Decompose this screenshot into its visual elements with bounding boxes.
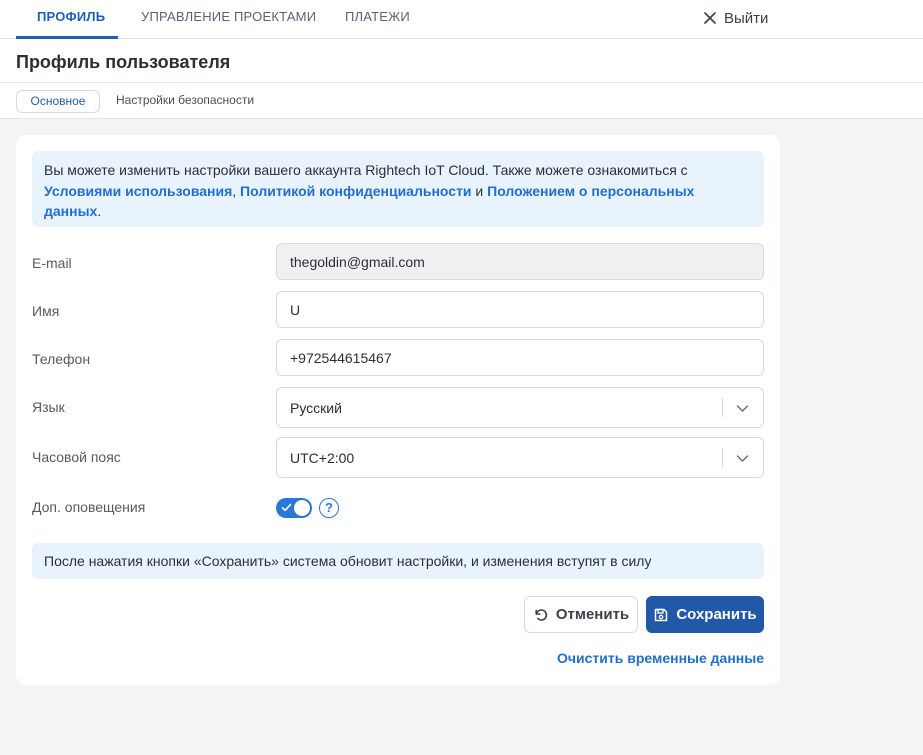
privacy-link[interactable]: Политикой конфиденциальности xyxy=(240,183,472,199)
subtab-security-settings[interactable]: Настройки безопасности xyxy=(116,90,254,113)
info-separator: , xyxy=(232,182,241,199)
email-label: E-mail xyxy=(32,255,72,271)
language-value: Русский xyxy=(290,399,342,416)
cancel-button[interactable]: Отменить xyxy=(524,596,638,633)
email-field xyxy=(276,243,764,280)
close-icon xyxy=(704,12,716,24)
page-title: Профиль пользователя xyxy=(16,52,231,72)
tab-payments[interactable]: Платежи xyxy=(345,0,410,39)
clear-temp-data-link[interactable]: Очистить временные данные xyxy=(557,650,764,666)
check-icon xyxy=(281,503,292,512)
timezone-value: UTC+2:00 xyxy=(290,449,355,466)
language-select[interactable]: Русский xyxy=(276,387,764,428)
logout-button[interactable]: Выйти xyxy=(703,8,768,28)
logout-label: Выйти xyxy=(724,9,769,27)
chevron-down-icon xyxy=(736,405,749,412)
select-divider xyxy=(722,448,723,467)
info-end: . xyxy=(97,203,102,219)
title-bar: Профиль пользователя xyxy=(0,39,923,83)
notifications-label: Доп. оповещения xyxy=(32,499,146,515)
tab-project-management[interactable]: Управление проектами xyxy=(141,0,316,39)
save-icon xyxy=(655,608,668,621)
terms-link[interactable]: Условиями использования xyxy=(44,183,232,199)
sub-tabs: Основное Настройки безопасности xyxy=(0,83,923,119)
language-label: Язык xyxy=(32,399,65,415)
save-note: После нажатия кнопки «Сохранить» система… xyxy=(32,543,764,579)
undo-icon xyxy=(535,608,548,621)
name-field[interactable] xyxy=(276,291,764,328)
profile-card: Вы можете изменить настройки вашего акка… xyxy=(16,135,780,685)
tab-profile[interactable]: Профиль xyxy=(37,0,105,39)
select-divider xyxy=(722,398,723,417)
name-label: Имя xyxy=(32,303,60,319)
help-icon[interactable]: ? xyxy=(319,498,339,518)
top-nav: Профиль Управление проектами Платежи Вый… xyxy=(0,0,923,39)
save-label: Сохранить xyxy=(676,606,757,623)
save-button[interactable]: Сохранить xyxy=(646,596,764,633)
chevron-down-icon xyxy=(736,455,749,462)
info-text: Вы можете изменить настройки вашего акка… xyxy=(44,162,688,178)
toggle-knob xyxy=(294,500,310,516)
notifications-toggle[interactable] xyxy=(276,498,312,518)
subtab-general[interactable]: Основное xyxy=(16,90,100,113)
cancel-label: Отменить xyxy=(555,606,630,623)
info-box: Вы можете изменить настройки вашего акка… xyxy=(32,151,764,227)
phone-label: Телефон xyxy=(32,351,91,367)
timezone-select[interactable]: UTC+2:00 xyxy=(276,437,764,478)
phone-field[interactable] xyxy=(276,339,764,376)
info-separator: и xyxy=(471,182,488,199)
timezone-label: Часовой пояс xyxy=(32,449,121,465)
